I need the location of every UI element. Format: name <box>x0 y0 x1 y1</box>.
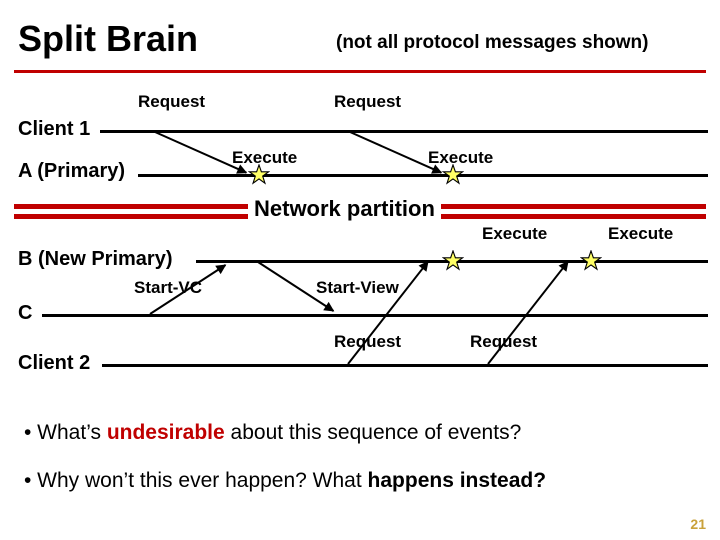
bullet-2: • Why won’t this ever happen? What happe… <box>24 468 696 494</box>
star-execute-a-1 <box>248 164 270 186</box>
bullet-1-red: undesirable <box>107 421 225 444</box>
bullet-1-pre: • What’s <box>24 421 107 444</box>
page-number: 21 <box>690 516 706 532</box>
timeline-client2 <box>102 364 708 367</box>
label-request-2: Request <box>334 92 401 112</box>
label-request-c2-1: Request <box>334 332 401 352</box>
timeline-a <box>138 174 708 177</box>
label-execute-b-2: Execute <box>608 224 673 244</box>
timeline-c <box>42 314 708 317</box>
bullet-2-bold: happens instead? <box>368 469 547 492</box>
bullet-list: • What’s undesirable about this sequence… <box>24 420 696 517</box>
label-request-1: Request <box>138 92 205 112</box>
slide: Split Brain (not all protocol messages s… <box>0 0 720 540</box>
bullet-2-pre: • Why won’t this ever happen? What <box>24 469 368 492</box>
actor-client2: Client 2 <box>18 352 90 375</box>
slide-subtitle: (not all protocol messages shown) <box>336 32 649 54</box>
label-execute-b-1: Execute <box>482 224 547 244</box>
timeline-client1 <box>100 130 708 133</box>
label-network-partition: Network partition <box>248 196 441 222</box>
star-execute-a-2 <box>442 164 464 186</box>
actor-b-new-primary: B (New Primary) <box>18 248 173 271</box>
bullet-1-post: about this sequence of events? <box>225 421 522 444</box>
bullet-1: • What’s undesirable about this sequence… <box>24 420 696 446</box>
slide-title: Split Brain <box>18 18 198 60</box>
actor-a-primary: A (Primary) <box>18 160 125 183</box>
title-underline <box>14 70 706 73</box>
label-start-view: Start-View <box>316 278 399 298</box>
actor-c: C <box>18 302 32 325</box>
actor-client1: Client 1 <box>18 118 90 141</box>
star-execute-b-2 <box>580 250 602 272</box>
star-execute-b-1 <box>442 250 464 272</box>
